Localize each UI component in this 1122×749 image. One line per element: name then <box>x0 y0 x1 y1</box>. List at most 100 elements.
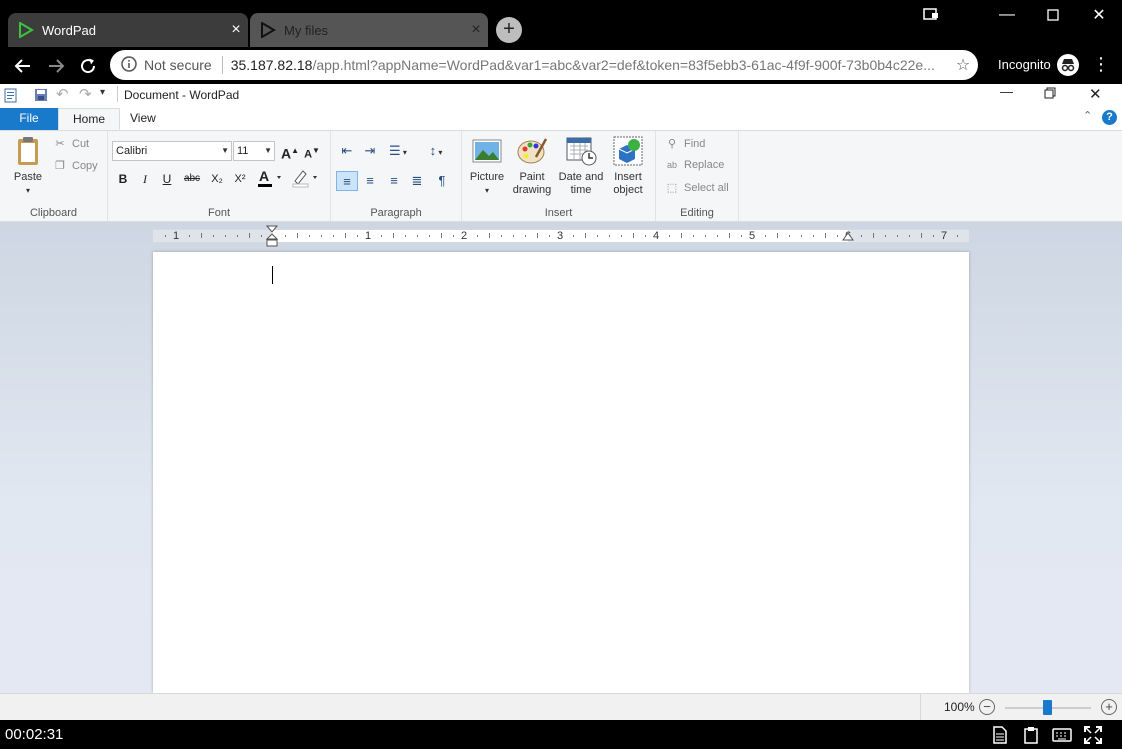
new-tab-button[interactable]: + <box>496 17 522 43</box>
bookmark-star-icon[interactable]: ☆ <box>948 55 978 75</box>
insert-object-icon <box>613 136 643 166</box>
grow-font-button[interactable]: A▲ <box>279 141 301 162</box>
browser-tab-strip: WordPad × My files × + — ✕ <box>0 0 1122 47</box>
indent-marker-icon[interactable] <box>266 225 278 249</box>
forward-arrow-icon[interactable] <box>42 52 70 80</box>
ruler-tick <box>585 233 586 238</box>
date-time-button[interactable]: Date and time <box>556 135 606 197</box>
find-button[interactable]: ⚲ Find <box>664 137 705 151</box>
underline-button[interactable]: U <box>156 169 178 189</box>
zoom-out-button[interactable]: − <box>979 699 995 715</box>
italic-button[interactable]: I <box>134 169 156 189</box>
shrink-font-button[interactable]: A▼ <box>301 141 323 161</box>
close-tab-icon[interactable]: × <box>224 21 248 39</box>
ruler-tick <box>777 233 778 238</box>
omnibox-divider <box>221 56 223 74</box>
fullscreen-icon[interactable] <box>1081 723 1105 747</box>
ruler-tick <box>393 233 394 238</box>
wp-close-button[interactable]: ✕ <box>1089 85 1102 103</box>
maximize-window-button[interactable] <box>1030 0 1076 30</box>
collapse-ribbon-icon[interactable]: ⌃ <box>1083 109 1092 122</box>
zoom-slider-thumb[interactable] <box>1043 700 1052 715</box>
line-spacing-icon[interactable]: ↕ ▾ <box>421 141 451 161</box>
address-bar[interactable]: Not secure 35.187.82.18/app.html?appName… <box>110 50 978 80</box>
ruler-tick <box>489 233 490 238</box>
undo-icon[interactable]: ↶ <box>56 85 69 103</box>
ruler-number: 3 <box>557 230 564 242</box>
paste-button[interactable]: Paste ▾ <box>8 135 48 197</box>
keyboard-icon[interactable] <box>1050 723 1074 747</box>
font-size-value: 11 <box>237 145 249 157</box>
cut-button[interactable]: ✂ Cut <box>52 137 89 151</box>
ruler-tick <box>669 235 670 237</box>
security-label: Not secure <box>144 57 212 73</box>
highlighter-icon <box>292 170 317 188</box>
tab-view[interactable]: View <box>116 108 170 130</box>
paint-drawing-button[interactable]: Paint drawing <box>509 135 555 197</box>
highlight-color-button[interactable] <box>290 167 322 188</box>
ruler-tick <box>189 235 190 237</box>
minimize-window-button[interactable]: — <box>984 0 1030 30</box>
date-time-label: Date and time <box>558 171 604 196</box>
ruler-tick <box>321 235 322 237</box>
ruler-tick <box>729 233 730 238</box>
ruler-tick <box>693 235 694 237</box>
bold-button[interactable]: B <box>112 169 134 189</box>
document-icon[interactable] <box>988 723 1012 747</box>
tab-home[interactable]: Home <box>58 108 121 130</box>
info-icon[interactable] <box>114 55 144 75</box>
customize-qat-icon[interactable]: ▾ <box>100 87 105 98</box>
screen: WordPad × My files × + — ✕ Not secure 35… <box>0 0 1122 749</box>
wp-restore-button[interactable] <box>1044 87 1056 102</box>
wp-minimize-button[interactable]: — <box>1000 84 1013 99</box>
ruler-number: 7 <box>941 230 948 242</box>
ruler-tick <box>765 235 766 237</box>
ruler-tick <box>513 235 514 237</box>
text-color-button[interactable]: A <box>256 167 286 187</box>
replace-button[interactable]: ab Replace <box>664 159 724 171</box>
incognito-icon[interactable] <box>1057 54 1079 76</box>
browser-menu-icon[interactable]: ⋮ <box>1092 55 1110 73</box>
binoculars-icon: ⚲ <box>667 138 677 150</box>
close-window-button[interactable]: ✕ <box>1076 0 1122 30</box>
close-tab-icon[interactable]: × <box>464 21 488 39</box>
browser-tab-wordpad[interactable]: WordPad × <box>8 13 248 47</box>
right-indent-marker-icon[interactable] <box>842 232 854 242</box>
select-all-button[interactable]: ⬚ Select all <box>664 181 729 195</box>
picture-label: Picture <box>469 171 505 183</box>
ruler-tick <box>921 233 922 238</box>
redo-icon[interactable]: ↷ <box>79 85 92 103</box>
zoom-in-button[interactable]: + <box>1101 699 1117 715</box>
help-icon[interactable]: ? <box>1102 110 1117 125</box>
superscript-button[interactable]: X² <box>229 169 251 189</box>
align-center-icon[interactable]: ≡ <box>359 171 381 191</box>
browser-tab-my-files[interactable]: My files × <box>250 13 488 47</box>
font-size-combo[interactable]: 11 ▼ <box>233 141 275 161</box>
bullet-list-icon[interactable]: ☰ ▾ <box>383 141 413 161</box>
wordpad-app-icon[interactable] <box>3 87 19 103</box>
align-left-icon[interactable]: ≡ <box>336 171 358 191</box>
insert-object-button[interactable]: Insert object <box>608 135 648 197</box>
clipboard-group-label: Clipboard <box>29 207 78 219</box>
cast-icon[interactable] <box>908 0 954 30</box>
ruler-tick <box>345 233 346 238</box>
save-icon[interactable] <box>34 88 48 102</box>
font-family-combo[interactable]: Calibri ▼ <box>112 141 232 161</box>
document-page[interactable] <box>153 252 969 693</box>
clipboard-icon[interactable] <box>1019 723 1043 747</box>
paragraph-group-label: Paragraph <box>370 207 422 219</box>
reload-icon[interactable] <box>74 52 102 80</box>
justify-icon[interactable]: ≣ <box>406 171 428 191</box>
picture-button[interactable]: Picture ▾ <box>466 135 508 197</box>
align-right-icon[interactable]: ≡ <box>383 171 405 191</box>
copy-button[interactable]: ❐ Copy <box>52 159 98 173</box>
increase-indent-icon[interactable]: ⇥ <box>359 141 381 161</box>
subscript-button[interactable]: X₂ <box>206 169 228 189</box>
ruler[interactable]: 1 1 2 3 4 5 6 7 <box>153 225 969 247</box>
back-arrow-icon[interactable] <box>9 52 37 80</box>
strikethrough-button[interactable]: abc <box>181 169 203 189</box>
decrease-indent-icon[interactable]: ⇤ <box>336 141 358 161</box>
paragraph-settings-icon[interactable]: ¶ <box>431 171 453 191</box>
replace-label: Replace <box>684 159 725 171</box>
tab-file[interactable]: File <box>0 108 58 130</box>
